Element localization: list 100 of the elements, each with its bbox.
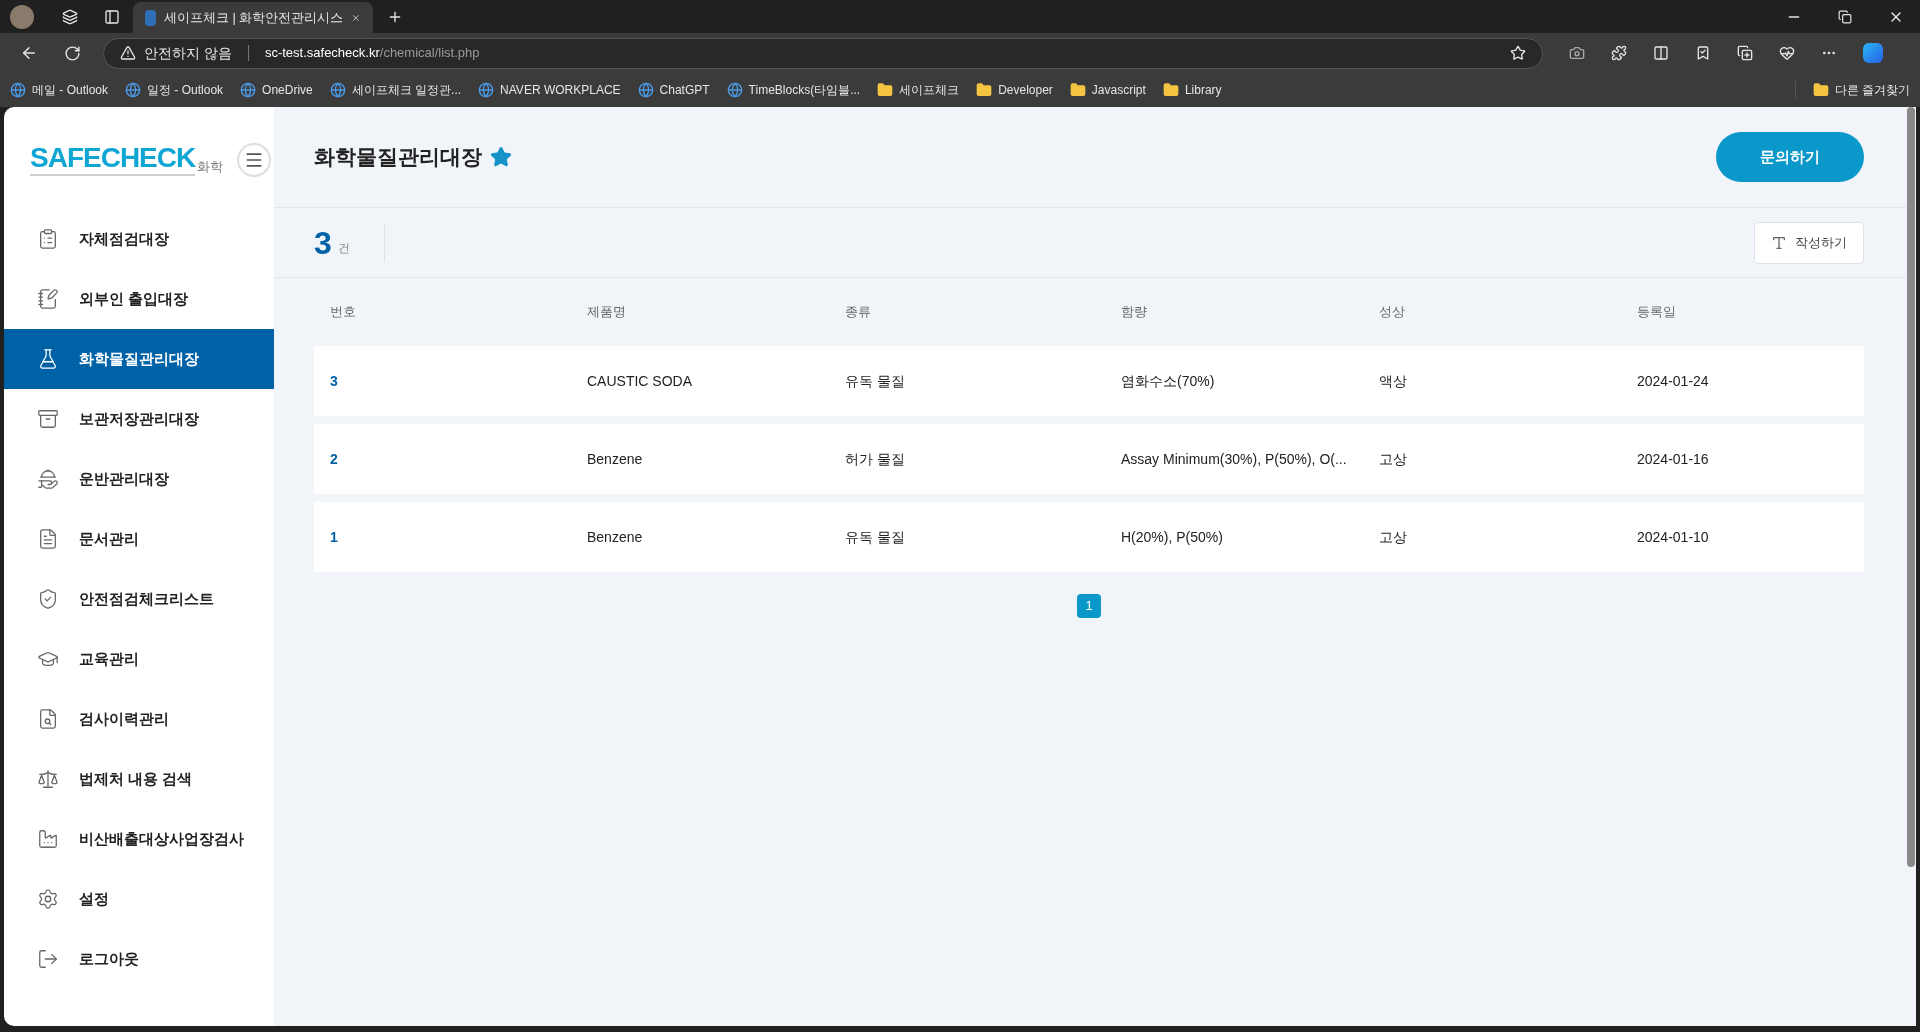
bookmark-link[interactable]: 세이프체크 일정관... [329,81,462,99]
document-icon [37,528,59,550]
workspaces-icon[interactable] [62,8,78,25]
flask-icon [37,348,59,370]
table-cell-text: 액상 [1379,371,1407,391]
back-icon[interactable] [20,44,38,62]
globe-icon [726,82,743,98]
table-cell-text: 유독 물질 [845,527,905,547]
table-cell-text: 고상 [1379,527,1407,547]
clipboard-icon [37,228,59,250]
sidebar-item[interactable]: 문서관리 [4,509,274,569]
favorites-icon[interactable] [1695,45,1711,61]
folder-icon [1162,82,1179,98]
globe-icon [240,82,257,98]
table-cell-text: 2024-01-16 [1637,449,1709,469]
reload-icon[interactable] [64,44,81,62]
folder-icon [1812,82,1829,98]
globe-icon [478,82,495,98]
settings-icon [37,888,59,910]
sidebar-item[interactable]: 로그아웃 [4,929,274,989]
table-row[interactable]: 1 Benzene 유독 물질 H(20%), P(50%) 고상 2024-01-10 [314,502,1864,572]
table-cell-text: 2024-01-10 [1637,527,1709,547]
logout-icon [37,948,59,970]
sidebar-item[interactable]: 교육관리 [4,629,274,689]
bookmark-link[interactable]: Javascript [1069,81,1146,99]
column-header: 제품명 [587,303,626,322]
bookmark-link[interactable]: Library [1162,81,1222,99]
copilot-icon[interactable] [1863,43,1883,63]
table-cell[interactable]: 3 [330,370,338,392]
globe-icon [125,82,142,98]
table-cell-text: 유독 물질 [845,371,905,391]
table-cell-text: Benzene [587,527,643,547]
sidebar-item[interactable]: 보관저장관리대장 [4,389,274,449]
sidebar-item[interactable]: 법제처 내용 검색 [4,749,274,809]
globe-icon [329,82,346,98]
table-cell[interactable]: 2 [330,448,338,470]
bookmark-link[interactable]: NAVER WORKPLACE [478,81,621,99]
browser-tab[interactable]: 세이프체크 | 화학안전관리시스 [133,2,373,33]
sidebar-item[interactable]: 자체점검대장 [4,209,274,269]
table-cell-text: CAUSTIC SODA [587,371,692,391]
table-row[interactable]: 2 Benzene 허가 물질 Assay Minimum(30%), P(50%), O(... 고상 2024-01-16 [314,424,1864,494]
table-cell-text: 허가 물질 [845,449,905,469]
column-header: 종류 [845,303,871,322]
column-header: 함량 [1121,303,1147,322]
factory-icon [37,828,59,850]
sidebar-item[interactable]: 검사이력관리 [4,689,274,749]
scrollbar-thumb[interactable] [1907,107,1915,867]
security-warning[interactable]: 안전하지 않음 [144,42,232,64]
bookmark-link[interactable]: Developer [976,81,1053,99]
tab-actions-icon[interactable] [104,8,120,25]
table-row[interactable]: 3 CAUSTIC SODA 유독 물질 염화수소(70%) 액상 2024-01-24 [314,346,1864,416]
bookmark-link[interactable]: 세이프체크 [877,81,960,99]
logo: SAFECHECK [30,144,196,176]
split-screen-icon[interactable] [1653,45,1669,61]
column-header: 등록일 [1637,303,1676,322]
url-host: sc-test.safecheck.kr [264,44,380,63]
write-button[interactable]: 작성하기 [1754,221,1864,264]
favorite-star-icon[interactable] [490,146,512,168]
notepad-icon [37,288,59,310]
count-unit: 건 [337,239,350,257]
profile-avatar[interactable] [10,4,34,29]
folder-icon [976,82,993,98]
warning-icon [120,45,136,61]
folder-icon [877,82,894,98]
globe-icon [10,82,26,98]
restore-icon[interactable] [1838,9,1852,24]
text-icon [1771,234,1787,251]
bookmark-link[interactable]: 일정 - Outlook [125,81,224,99]
folder-icon [1069,82,1086,98]
bookmark-link[interactable]: OneDrive [240,81,313,99]
sidebar-item[interactable]: 안전점검체크리스트 [4,569,274,629]
sidebar-item[interactable]: 운반관리대장 [4,449,274,509]
file-search-icon [37,708,59,730]
table-cell[interactable]: 1 [330,526,338,548]
column-header: 성상 [1379,303,1405,322]
bookmark-link[interactable]: TimeBlocks(타임블... [726,81,861,99]
tab-title: 세이프체크 | 화학안전관리시스 [163,8,344,27]
extensions-icon[interactable] [1611,45,1627,61]
table-cell-text: 염화수소(70%) [1121,371,1215,391]
table-cell-text: Benzene [587,449,643,469]
collections-icon[interactable] [1737,45,1753,61]
address-bar[interactable]: 안전하지 않음 sc-test.safecheck.kr/chemical/list.php [103,37,1543,69]
shield-check-icon [37,588,59,610]
column-header: 번호 [330,303,356,322]
camera-icon[interactable] [1569,45,1585,61]
bookmark-link[interactable]: 다른 즐겨찾기 [1812,81,1910,99]
table-cell-text: 고상 [1379,449,1407,469]
sidebar-item[interactable]: 화학물질관리대장 [4,329,274,389]
bookmark-link[interactable]: 메일 - Outlook [10,81,109,99]
sidebar-item[interactable]: 외부인 출입대장 [4,269,274,329]
sidebar-item[interactable]: 설정 [4,869,274,929]
table-cell-text: H(20%), P(50%) [1121,527,1223,547]
record-count: 3 [314,223,332,263]
url-path: /chemical/list.php [379,44,480,63]
sidebar-item[interactable]: 비산배출대상사업장검사 [4,809,274,869]
globe-icon [637,82,654,98]
bookmark-link[interactable]: ChatGPT [637,81,710,99]
menu-button[interactable] [237,143,272,177]
logo-subtitle: 화학 [197,158,224,177]
health-icon[interactable] [1779,45,1795,61]
